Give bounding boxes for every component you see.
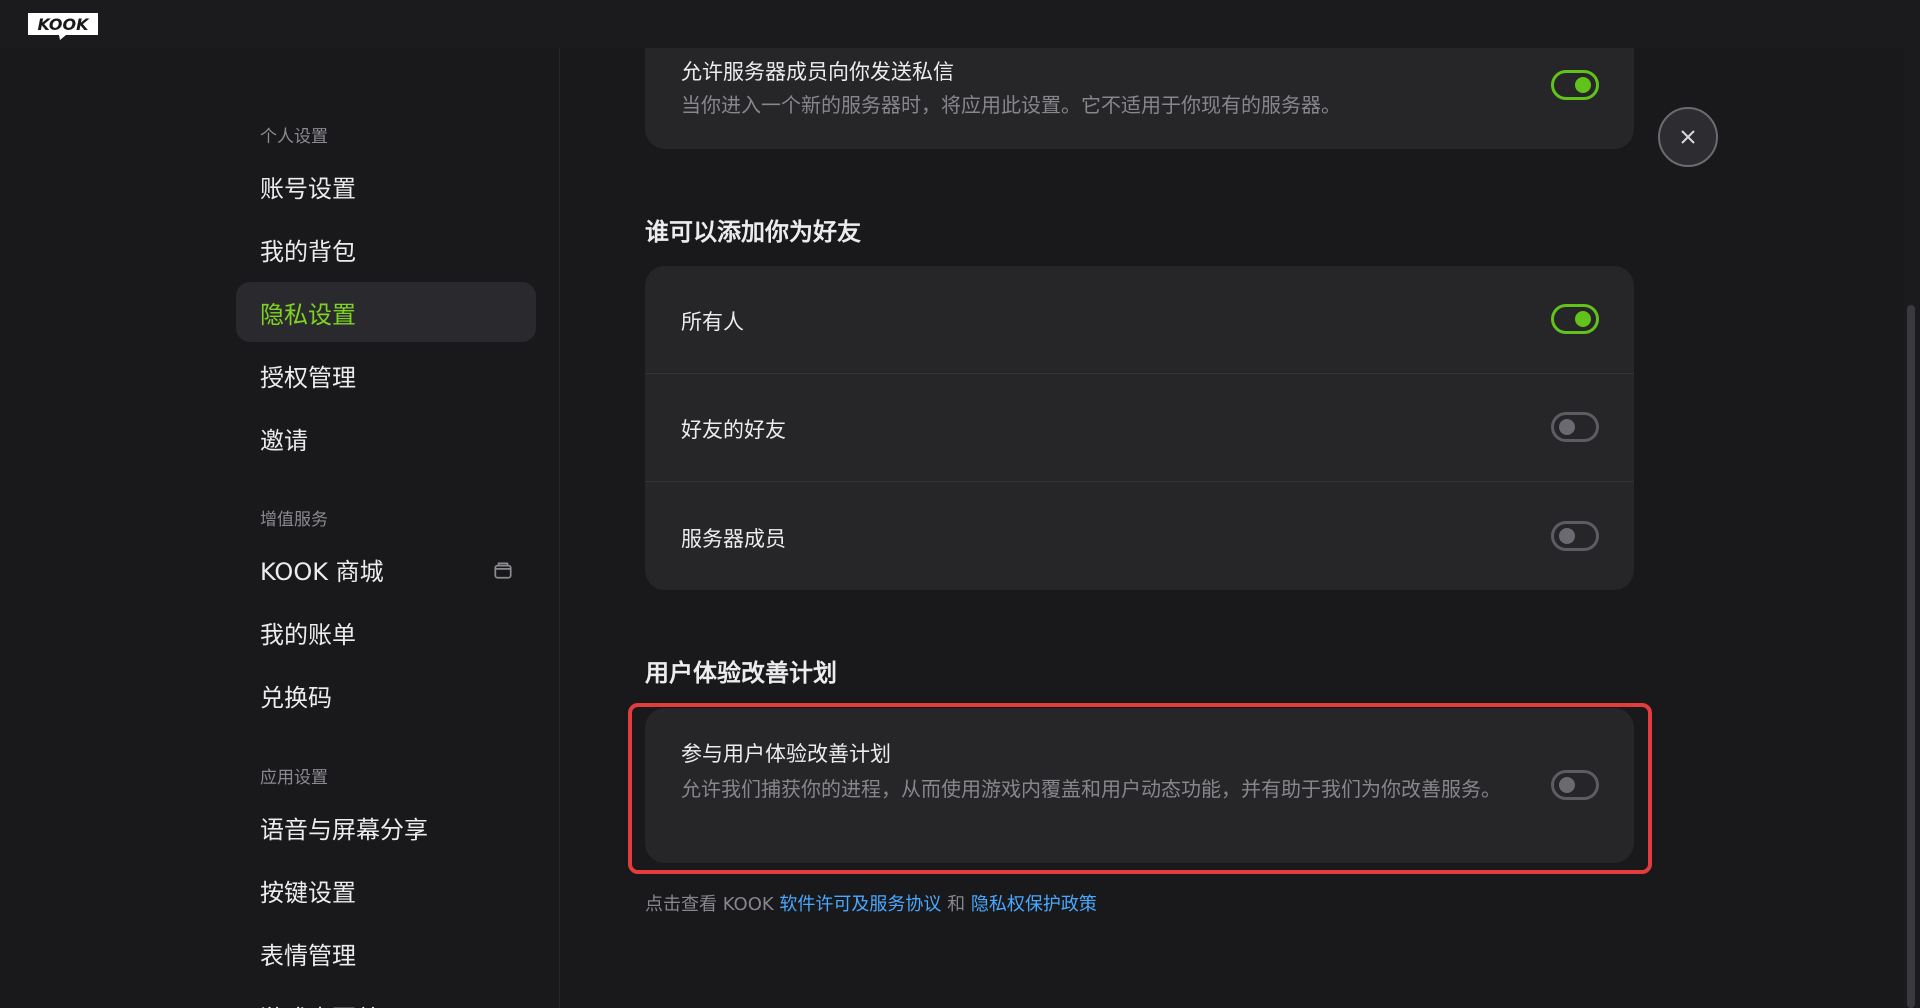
friend-option-server-members-label: 服务器成员 — [681, 527, 786, 551]
sidebar-item-keybinds[interactable]: 按键设置 — [236, 860, 536, 920]
sidebar-item-label: 表情管理 — [260, 941, 356, 970]
svg-text:KOOK: KOOK — [38, 15, 91, 34]
kook-logo: KOOK — [28, 13, 98, 40]
sidebar-item-label: 账号设置 — [260, 174, 356, 203]
ux-program-toggle[interactable] — [1551, 770, 1599, 800]
sidebar-item-label: KOOK 商城 — [260, 557, 384, 586]
sidebar-item-kook-store[interactable]: KOOK 商城 — [236, 539, 536, 599]
section-app-settings: 应用设置 — [260, 768, 328, 788]
scrollbar-thumb[interactable] — [1907, 305, 1915, 1008]
toggle-knob — [1575, 311, 1591, 327]
toggle-knob — [1559, 777, 1575, 793]
row-divider — [645, 373, 1634, 374]
close-icon — [1681, 130, 1695, 144]
toggle-knob — [1559, 419, 1575, 435]
privacy-policy-link[interactable]: 隐私权保护政策 — [971, 894, 1097, 915]
sidebar-item-game-overlay[interactable]: 游戏内覆盖 — [236, 986, 536, 1008]
toggle-knob — [1559, 528, 1575, 544]
footer-middle: 和 — [941, 894, 971, 915]
sidebar-item-label: 邀请 — [260, 426, 308, 455]
sidebar-item-label: 兑换码 — [260, 683, 332, 712]
store-icon — [492, 559, 514, 581]
sidebar-item-label: 授权管理 — [260, 363, 356, 392]
sidebar-item-label: 隐私设置 — [260, 300, 356, 329]
ux-program-desc: 允许我们捕获你的进程，从而使用游戏内覆盖和用户动态功能，并有助于我们为你改善服务… — [681, 777, 1501, 801]
sidebar-item-label: 我的背包 — [260, 237, 356, 266]
sidebar-item-label: 游戏内覆盖 — [260, 999, 380, 1008]
dm-permission-toggle[interactable] — [1551, 70, 1599, 100]
section-personal-settings: 个人设置 — [260, 127, 328, 147]
friends-section-title: 谁可以添加你为好友 — [645, 218, 861, 246]
friend-option-friends-of-friends-toggle[interactable] — [1551, 412, 1599, 442]
legal-footer: 点击查看 KOOK 软件许可及服务协议 和 隐私权保护政策 — [645, 890, 1097, 916]
sidebar-item-redeem-code[interactable]: 兑换码 — [236, 665, 536, 725]
friend-option-everyone-toggle[interactable] — [1551, 304, 1599, 334]
toggle-knob — [1575, 77, 1591, 93]
friend-option-everyone-label: 所有人 — [681, 310, 744, 334]
dm-permission-desc: 当你进入一个新的服务器时，将应用此设置。它不适用于你现有的服务器。 — [681, 93, 1341, 117]
titlebar-overlay — [560, 0, 1904, 48]
ux-section-title: 用户体验改善计划 — [645, 659, 837, 687]
settings-sidebar: 个人设置 账号设置 我的背包 隐私设置 授权管理 邀请 增值服务 KOOK 商城… — [0, 48, 560, 1008]
sidebar-item-emoji[interactable]: 表情管理 — [236, 923, 536, 983]
ux-program-card: 参与用户体验改善计划 允许我们捕获你的进程，从而使用游戏内覆盖和用户动态功能，并… — [645, 708, 1634, 863]
dm-permission-title: 允许服务器成员向你发送私信 — [681, 60, 954, 84]
sidebar-item-authorization[interactable]: 授权管理 — [236, 345, 536, 405]
sidebar-item-voice-screen-share[interactable]: 语音与屏幕分享 — [236, 797, 536, 857]
sidebar-item-my-bills[interactable]: 我的账单 — [236, 602, 536, 662]
sidebar-item-account[interactable]: 账号设置 — [236, 156, 536, 216]
footer-prefix: 点击查看 KOOK — [645, 894, 780, 915]
friend-request-card: 所有人 好友的好友 服务器成员 — [645, 266, 1634, 590]
license-agreement-link[interactable]: 软件许可及服务协议 — [779, 894, 941, 915]
sidebar-item-privacy[interactable]: 隐私设置 — [236, 282, 536, 342]
sidebar-item-label: 语音与屏幕分享 — [260, 815, 428, 844]
friend-option-friends-of-friends-label: 好友的好友 — [681, 418, 786, 442]
sidebar-item-label: 按键设置 — [260, 878, 356, 907]
section-value-added-services: 增值服务 — [260, 510, 328, 530]
close-settings-button[interactable] — [1658, 107, 1718, 167]
ux-program-title: 参与用户体验改善计划 — [681, 742, 891, 766]
sidebar-item-backpack[interactable]: 我的背包 — [236, 219, 536, 279]
friend-option-server-members-toggle[interactable] — [1551, 521, 1599, 551]
sidebar-item-invite[interactable]: 邀请 — [236, 408, 536, 468]
row-divider — [645, 481, 1634, 482]
sidebar-item-label: 我的账单 — [260, 620, 356, 649]
